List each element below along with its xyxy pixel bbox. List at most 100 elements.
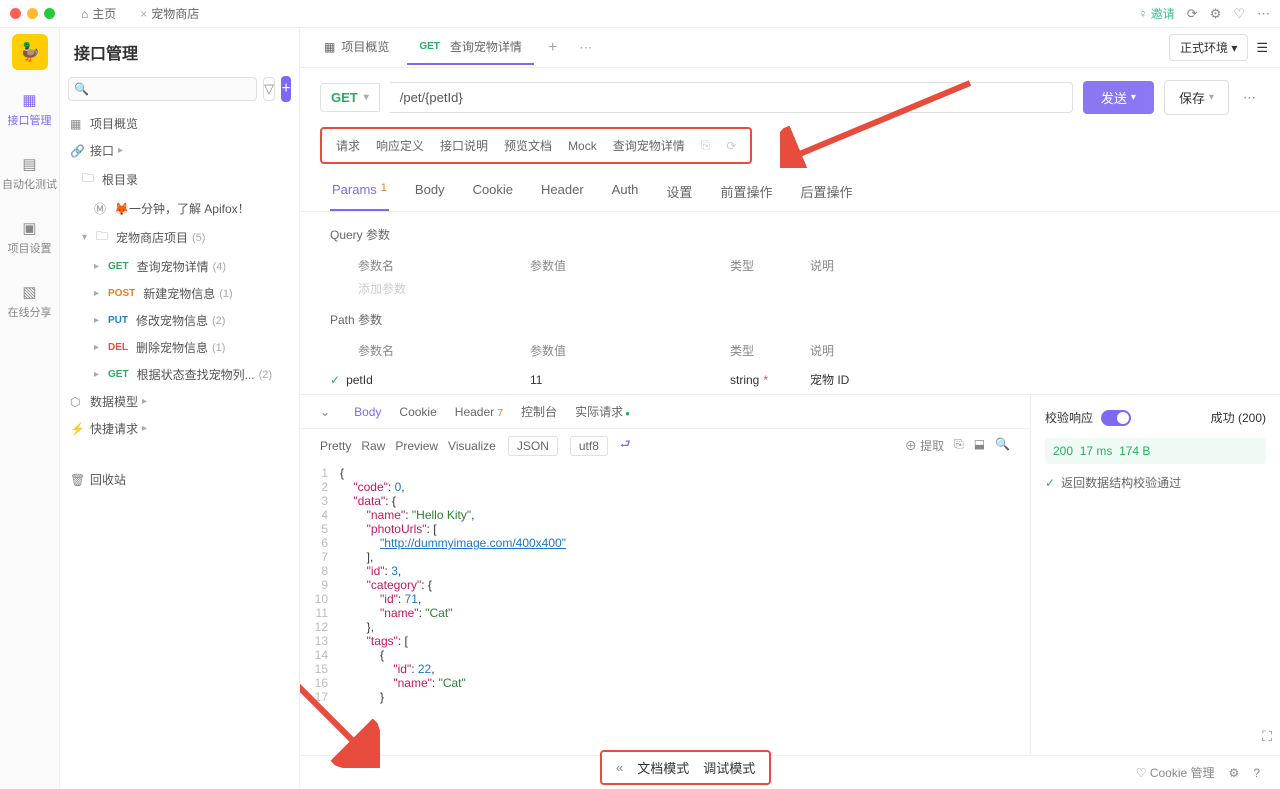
ptab-auth[interactable]: Auth: [610, 172, 641, 211]
doc-subtabs: 请求 响应定义 接口说明 预览文档 Mock 查询宠物详情 ⎘ ⟳: [320, 127, 752, 164]
status-select[interactable]: 成功 (200): [1211, 409, 1266, 426]
tree-api-item[interactable]: ▸PUT 修改宠物信息 (2): [60, 307, 299, 334]
close-icon[interactable]: ×: [140, 7, 147, 21]
fmt-visualize[interactable]: Visualize: [448, 439, 496, 453]
minimize-dot[interactable]: [27, 8, 38, 19]
tree-model[interactable]: ⬡ 数据模型 ▸: [60, 388, 299, 415]
gear-icon[interactable]: ⚙: [1210, 6, 1222, 22]
col-desc: 说明: [810, 257, 1250, 274]
tree-api-item[interactable]: ▸POST 新建宠物信息 (1): [60, 280, 299, 307]
copy-icon[interactable]: ⎘: [954, 437, 964, 454]
rail-autotest[interactable]: ▤自动化测试: [2, 148, 57, 198]
extract-button[interactable]: ⊕ 提取: [905, 437, 944, 454]
code-line: 17 }: [300, 690, 1030, 704]
resp-tab-console[interactable]: 控制台: [521, 403, 557, 420]
invite-link[interactable]: ♀ 邀请: [1138, 5, 1174, 22]
count-badge: (2): [212, 315, 225, 327]
check-icon: ✓: [1045, 476, 1055, 490]
subtab-preview[interactable]: 预览文档: [504, 137, 552, 154]
validate-toggle[interactable]: [1101, 410, 1131, 426]
resp-tab-body[interactable]: Body: [354, 405, 381, 419]
mode-doc[interactable]: 文档模式: [637, 758, 689, 777]
ptab-post[interactable]: 后置操作: [798, 172, 854, 211]
close-dot[interactable]: [10, 8, 21, 19]
tree-api-root[interactable]: 🔗 接口 ▸: [60, 137, 299, 164]
format-select[interactable]: JSON: [508, 436, 558, 456]
rail-api[interactable]: ▦接口管理: [8, 84, 52, 134]
tree-api-item[interactable]: ▸DEL 删除宠物信息 (1): [60, 334, 299, 361]
ptab-settings[interactable]: 设置: [664, 172, 694, 211]
tab-home[interactable]: ⌂ 主页: [73, 5, 124, 22]
resp-tab-header[interactable]: Header 7: [455, 405, 503, 419]
env-select[interactable]: 正式环境 ▾: [1169, 34, 1248, 61]
filter-button[interactable]: ▽: [263, 77, 275, 101]
more-icon[interactable]: ⋯: [1257, 6, 1270, 22]
code-line: 7 ],: [300, 550, 1030, 564]
ptab-cookie[interactable]: Cookie: [471, 172, 515, 211]
run-icon[interactable]: ⟳: [726, 139, 736, 153]
tree-intro[interactable]: Ⓜ 🦊一分钟，了解 Apifox！: [60, 195, 299, 222]
code-line: 12 },: [300, 620, 1030, 634]
expand-icon[interactable]: ⛶: [1262, 728, 1272, 745]
download-icon[interactable]: ⬓: [974, 437, 985, 454]
subtab-name[interactable]: 查询宠物详情: [613, 137, 685, 154]
mode-switch: « 文档模式 调试模式: [600, 750, 771, 785]
tree-overview[interactable]: ▦ 项目概览: [60, 110, 299, 137]
copy-icon[interactable]: ⎘: [701, 138, 711, 153]
cookie-mgr[interactable]: ♡ Cookie 管理: [1136, 764, 1215, 781]
rail-share[interactable]: ▧在线分享: [8, 276, 52, 326]
robot-icon: ▤: [20, 154, 40, 174]
collapse-icon[interactable]: «: [616, 760, 623, 775]
tree-api-item[interactable]: ▸GET 查询宠物详情 (4): [60, 253, 299, 280]
tab-more[interactable]: ⋯: [571, 40, 600, 56]
mode-debug[interactable]: 调试模式: [703, 758, 755, 777]
subtab-request[interactable]: 请求: [336, 137, 360, 154]
add-tab-button[interactable]: +: [540, 39, 565, 57]
tab-active-api[interactable]: GET 查询宠物详情: [407, 30, 534, 65]
refresh-icon[interactable]: ⟳: [1187, 6, 1198, 22]
tree-api-item[interactable]: ▸GET 根据状态查找宠物列... (2): [60, 361, 299, 388]
ptab-body[interactable]: Body: [413, 172, 447, 211]
menu-icon[interactable]: ☰: [1256, 40, 1268, 56]
search-icon[interactable]: 🔍: [995, 437, 1010, 454]
url-input[interactable]: /pet/{petId}: [390, 82, 1073, 113]
help-icon[interactable]: ?: [1253, 766, 1260, 780]
add-button[interactable]: +: [281, 76, 291, 102]
bell-icon[interactable]: ♡: [1233, 6, 1245, 22]
save-button[interactable]: 保存 ▾: [1164, 80, 1229, 115]
subtab-desc[interactable]: 接口说明: [440, 137, 488, 154]
request-more[interactable]: ⋯: [1239, 90, 1260, 106]
send-button[interactable]: 发送 ▾: [1083, 81, 1154, 114]
method-select[interactable]: GET ▾: [320, 83, 380, 112]
collapse-icon[interactable]: ⌄: [320, 405, 330, 419]
wrap-icon[interactable]: ⮐: [620, 435, 631, 456]
code-line: 14 {: [300, 648, 1030, 662]
subtab-response-def[interactable]: 响应定义: [376, 137, 424, 154]
fmt-preview[interactable]: Preview: [395, 439, 438, 453]
method-tag: PUT: [108, 315, 128, 326]
rail-settings[interactable]: ▣项目设置: [8, 212, 52, 262]
subtab-mock[interactable]: Mock: [568, 139, 597, 153]
ptab-params[interactable]: Params 1: [330, 172, 389, 211]
settings-icon[interactable]: ⚙: [1229, 766, 1240, 780]
resp-tab-actual[interactable]: 实际请求●: [575, 403, 630, 420]
api-name: 修改宠物信息: [136, 312, 208, 329]
path-param-row[interactable]: ✓petId 11 string* 宠物 ID: [300, 365, 1280, 394]
valid-result: ✓ 返回数据结构校验通过: [1045, 474, 1266, 491]
ptab-pre[interactable]: 前置操作: [718, 172, 774, 211]
fmt-raw[interactable]: Raw: [361, 439, 385, 453]
encoding-select[interactable]: utf8: [570, 436, 608, 456]
fmt-pretty[interactable]: Pretty: [320, 439, 351, 453]
tree-root-folder[interactable]: 🗀 根目录: [60, 164, 299, 195]
tree-quick[interactable]: ⚡ 快捷请求 ▸: [60, 415, 299, 442]
search-input[interactable]: [68, 77, 257, 101]
zoom-dot[interactable]: [44, 8, 55, 19]
tab-pet-store[interactable]: × 宠物商店: [132, 5, 207, 22]
param-val[interactable]: 11: [530, 373, 730, 387]
resp-tab-cookie[interactable]: Cookie: [399, 405, 436, 419]
tree-recycle[interactable]: 🗑 回收站: [60, 466, 299, 493]
tree-project-folder[interactable]: ▾🗀 宠物商店项目 (5): [60, 222, 299, 253]
ptab-header[interactable]: Header: [539, 172, 586, 211]
add-query-param[interactable]: 添加参数: [300, 280, 1280, 297]
tab-overview[interactable]: ▦ 项目概览: [312, 30, 401, 65]
